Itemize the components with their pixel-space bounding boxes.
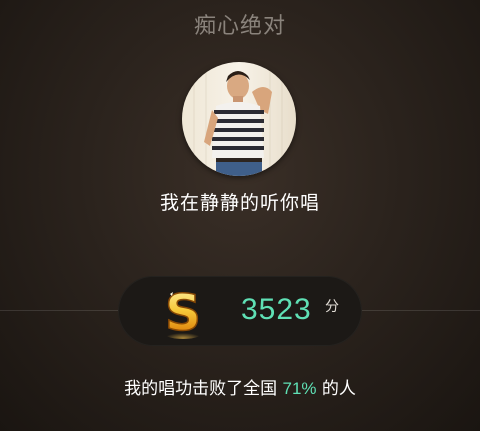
result-prefix: 我的唱功击败了全国 xyxy=(124,379,278,399)
score-value: 3523 xyxy=(241,293,312,326)
result-percent: 71% xyxy=(282,379,317,398)
song-title: 痴心绝对 xyxy=(193,14,286,39)
svg-text:S: S xyxy=(165,284,201,340)
result-suffix: 的人 xyxy=(321,379,356,399)
avatar-photo xyxy=(193,62,283,176)
singer-status-text: 我在静静的听你唱 xyxy=(159,192,320,214)
singer-avatar[interactable] xyxy=(182,62,296,176)
divider-right xyxy=(362,310,480,311)
gold-s-coin-icon: S xyxy=(160,283,206,343)
score-pill: S 3523 分 xyxy=(118,276,362,346)
result-text: 我的唱功击败了全国 71% 的人 xyxy=(0,374,480,399)
divider-left xyxy=(0,310,118,311)
score-unit: 分 xyxy=(325,299,339,315)
